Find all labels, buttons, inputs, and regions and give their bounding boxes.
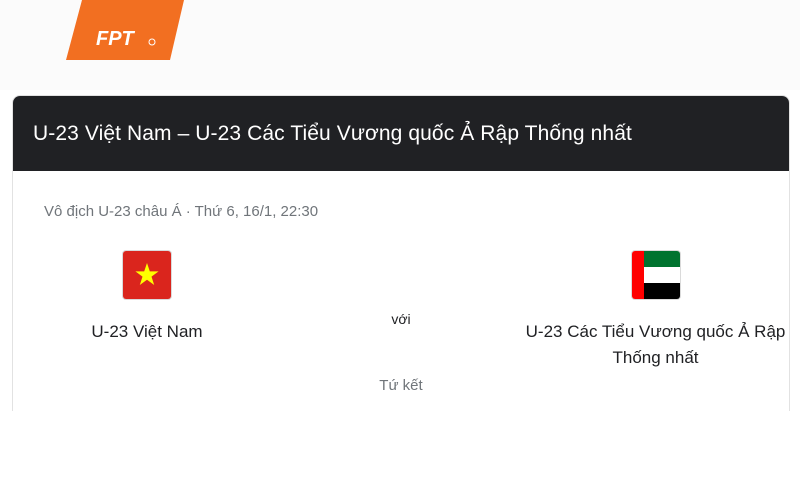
fpt-logo[interactable]: FPT — [66, 0, 184, 64]
versus-label: với — [391, 311, 411, 327]
page: FPT U-23 Việt Nam – U-23 Các Tiểu Vương … — [0, 0, 800, 500]
home-team-name: U-23 Việt Nam — [91, 322, 203, 341]
uae-flag-icon — [631, 251, 680, 299]
away-team[interactable]: U-23 Các Tiểu Vương quốc Ả Rập Thống nhấ… — [523, 251, 788, 371]
match-stage: Tứ kết — [379, 377, 423, 394]
fpt-logo-letters: FPT — [96, 28, 136, 50]
match-title[interactable]: U-23 Việt Nam – U-23 Các Tiểu Vương quốc… — [33, 122, 632, 146]
fpt-logo-graphic: FPT — [66, 0, 184, 60]
home-team[interactable]: U-23 Việt Nam — [67, 251, 227, 345]
vietnam-flag-icon — [123, 251, 171, 299]
site-header: FPT — [0, 0, 800, 90]
match-card: U-23 Việt Nam – U-23 Các Tiểu Vương quốc… — [12, 95, 790, 411]
match-meta[interactable]: Vô địch U-23 châu Á · Thứ 6, 16/1, 22:30 — [44, 203, 318, 220]
away-team-name: U-23 Các Tiểu Vương quốc Ả Rập Thống nhấ… — [525, 322, 786, 367]
match-card-header: U-23 Việt Nam – U-23 Các Tiểu Vương quốc… — [13, 96, 789, 171]
